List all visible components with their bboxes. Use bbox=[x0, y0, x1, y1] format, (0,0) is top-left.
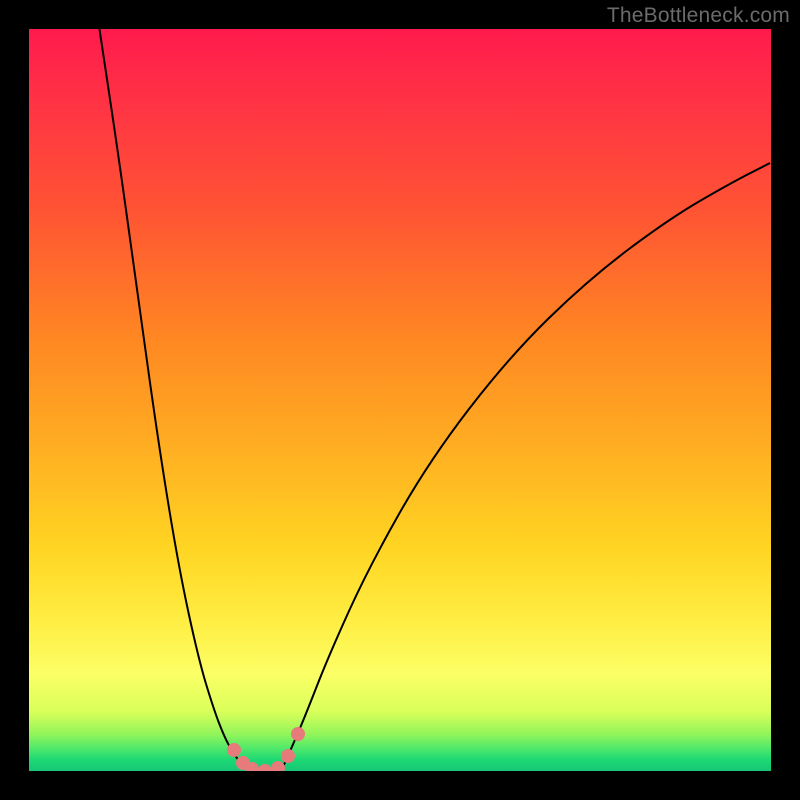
chart-overlay-svg bbox=[29, 29, 771, 771]
curve-left-branch bbox=[99, 29, 245, 767]
valley-dots-group bbox=[227, 727, 305, 771]
valley-dot bbox=[281, 749, 295, 763]
watermark-text: TheBottleneck.com bbox=[607, 4, 790, 28]
curve-right-branch bbox=[283, 163, 770, 767]
valley-dot bbox=[258, 764, 272, 771]
valley-dot bbox=[291, 727, 305, 741]
chart-plot-area bbox=[29, 29, 771, 771]
valley-dot bbox=[227, 743, 241, 757]
valley-dot bbox=[271, 761, 285, 771]
